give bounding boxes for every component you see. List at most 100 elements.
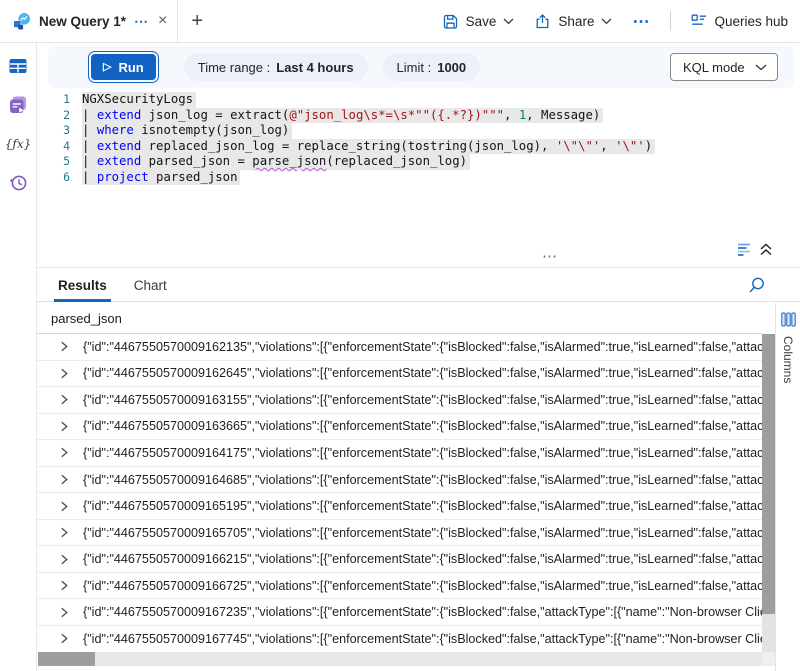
columns-side-panel[interactable]: Columns bbox=[775, 303, 800, 671]
tables-icon[interactable] bbox=[7, 55, 29, 76]
row-json-text: {"id":"4467550570009164175","violations"… bbox=[83, 446, 762, 460]
run-label: Run bbox=[118, 60, 143, 75]
expand-chevron-icon[interactable] bbox=[59, 633, 69, 644]
expand-chevron-icon[interactable] bbox=[59, 394, 69, 405]
table-row[interactable]: {"id":"4467550570009163155","violations"… bbox=[37, 387, 762, 414]
code-editor-lines: 1 NGXSecurityLogs 2 | extend json_log = … bbox=[37, 92, 800, 185]
code-text: | extend json_log = extract(@"json_log\s… bbox=[82, 108, 603, 124]
queries-hub-button[interactable]: Queries hub bbox=[691, 13, 788, 29]
vertical-scrollbar-thumb[interactable] bbox=[762, 334, 775, 614]
table-row[interactable]: {"id":"4467550570009165705","violations"… bbox=[37, 520, 762, 547]
row-json-text: {"id":"4467550570009163665","violations"… bbox=[83, 419, 762, 433]
tab-results[interactable]: Results bbox=[58, 279, 107, 293]
share-icon bbox=[534, 13, 551, 30]
row-json-text: {"id":"4467550570009166725","violations"… bbox=[83, 579, 762, 593]
functions-icon[interactable]: {ƒx} bbox=[7, 133, 29, 154]
expand-chevron-icon[interactable] bbox=[59, 527, 69, 538]
kusto-web-explorer: New Query 1* ⋯ × + Save bbox=[0, 0, 800, 671]
results-grid: parsed_json {"id":"4467550570009162135",… bbox=[37, 303, 762, 652]
horizontal-scrollbar-thumb[interactable] bbox=[38, 652, 95, 666]
table-row[interactable]: {"id":"4467550570009167745","violations"… bbox=[37, 626, 762, 652]
code-text: NGXSecurityLogs bbox=[82, 92, 196, 108]
more-actions-icon[interactable]: ⋯ bbox=[632, 13, 650, 30]
divider bbox=[670, 11, 671, 31]
table-row[interactable]: {"id":"4467550570009163665","violations"… bbox=[37, 414, 762, 441]
query-mode-dropdown[interactable]: KQL mode bbox=[670, 53, 778, 81]
table-row[interactable]: {"id":"4467550570009166215","violations"… bbox=[37, 546, 762, 573]
queries-hub-label: Queries hub bbox=[714, 14, 788, 29]
line-number: 2 bbox=[37, 108, 70, 124]
table-row[interactable]: {"id":"4467550570009162645","violations"… bbox=[37, 361, 762, 388]
code-line: 1 NGXSecurityLogs bbox=[37, 92, 800, 108]
results-tab-bar: Results Chart bbox=[37, 268, 800, 302]
save-label: Save bbox=[466, 14, 497, 29]
vertical-scrollbar[interactable] bbox=[762, 334, 775, 652]
row-json-text: {"id":"4467550570009164685","violations"… bbox=[83, 473, 762, 487]
main-panel: ▷ Run Time range : Last 4 hours Limit : … bbox=[37, 43, 800, 671]
limit-value: 1000 bbox=[437, 60, 466, 75]
time-range-label: Time range : bbox=[198, 60, 271, 75]
queries-hub-icon bbox=[691, 13, 707, 29]
query-editor[interactable]: 1 NGXSecurityLogs 2 | extend json_log = … bbox=[37, 92, 800, 240]
table-row[interactable]: {"id":"4467550570009164685","violations"… bbox=[37, 467, 762, 494]
limit-picker[interactable]: Limit : 1000 bbox=[383, 53, 481, 81]
left-sidebar: {ƒx} bbox=[0, 43, 37, 671]
row-json-text: {"id":"4467550570009167235","violations"… bbox=[83, 605, 762, 619]
expand-chevron-icon[interactable] bbox=[59, 554, 69, 565]
tab-title: New Query 1* bbox=[39, 14, 126, 29]
search-icon[interactable] bbox=[747, 276, 766, 298]
new-tab-button[interactable]: + bbox=[191, 11, 203, 31]
line-number: 5 bbox=[37, 154, 70, 170]
tab-close-icon[interactable]: × bbox=[158, 13, 167, 29]
adx-query-icon bbox=[13, 12, 31, 30]
expand-chevron-icon[interactable] bbox=[59, 447, 69, 458]
row-json-text: {"id":"4467550570009162645","violations"… bbox=[83, 366, 762, 380]
table-row[interactable]: {"id":"4467550570009167235","violations"… bbox=[37, 599, 762, 626]
query-tab[interactable]: New Query 1* ⋯ × bbox=[0, 0, 178, 42]
tab-chart[interactable]: Chart bbox=[134, 279, 167, 293]
expand-chevron-icon[interactable] bbox=[59, 368, 69, 379]
chevron-down-icon bbox=[755, 64, 767, 71]
expand-chevron-icon[interactable] bbox=[59, 421, 69, 432]
horizontal-scrollbar[interactable] bbox=[38, 652, 762, 666]
history-icon[interactable] bbox=[7, 172, 29, 193]
expand-chevron-icon[interactable] bbox=[59, 607, 69, 618]
share-button[interactable]: Share bbox=[534, 13, 612, 30]
column-header-parsed-json[interactable]: parsed_json bbox=[37, 303, 762, 334]
results-panel: Results Chart parsed_json {"id":"4467550… bbox=[37, 267, 800, 671]
panel-splitter-handle[interactable]: ⋯ bbox=[542, 249, 558, 264]
line-number: 4 bbox=[37, 139, 70, 155]
code-line: 3 | where isnotempty(json_log) bbox=[37, 123, 800, 139]
columns-panel-label: Columns bbox=[781, 336, 795, 383]
tab-more-icon[interactable]: ⋯ bbox=[134, 14, 149, 28]
table-row[interactable]: {"id":"4467550570009165195","violations"… bbox=[37, 493, 762, 520]
collapse-editor-icon[interactable] bbox=[759, 241, 773, 257]
code-line: 6 | project parsed_json bbox=[37, 170, 800, 186]
run-button[interactable]: ▷ Run bbox=[91, 54, 156, 80]
limit-label: Limit : bbox=[397, 60, 432, 75]
expand-chevron-icon[interactable] bbox=[59, 501, 69, 512]
query-tab-bar: New Query 1* ⋯ × + Save bbox=[0, 0, 800, 43]
time-range-picker[interactable]: Time range : Last 4 hours bbox=[184, 53, 368, 81]
code-line: 2 | extend json_log = extract(@"json_log… bbox=[37, 108, 800, 124]
row-json-text: {"id":"4467550570009163155","violations"… bbox=[83, 393, 762, 407]
code-line: 4 | extend replaced_json_log = replace_s… bbox=[37, 139, 800, 155]
expand-chevron-icon[interactable] bbox=[59, 474, 69, 485]
share-label: Share bbox=[558, 14, 594, 29]
save-button[interactable]: Save bbox=[442, 13, 515, 30]
row-json-text: {"id":"4467550570009167745","violations"… bbox=[83, 632, 762, 646]
line-number: 1 bbox=[37, 92, 70, 108]
chevron-down-icon bbox=[503, 18, 514, 25]
code-text: | project parsed_json bbox=[82, 170, 240, 186]
code-text: | where isnotempty(json_log) bbox=[82, 123, 292, 139]
table-row[interactable]: {"id":"4467550570009162135","violations"… bbox=[37, 334, 762, 361]
expand-chevron-icon[interactable] bbox=[59, 341, 69, 352]
query-lines-icon[interactable] bbox=[737, 242, 754, 257]
table-row[interactable]: {"id":"4467550570009164175","violations"… bbox=[37, 440, 762, 467]
code-line: 5 | extend parsed_json = parse_json(repl… bbox=[37, 154, 800, 170]
code-text: | extend replaced_json_log = replace_str… bbox=[82, 139, 655, 155]
time-range-value: Last 4 hours bbox=[276, 60, 353, 75]
queries-icon[interactable] bbox=[7, 94, 29, 115]
table-row[interactable]: {"id":"4467550570009166725","violations"… bbox=[37, 573, 762, 600]
expand-chevron-icon[interactable] bbox=[59, 580, 69, 591]
